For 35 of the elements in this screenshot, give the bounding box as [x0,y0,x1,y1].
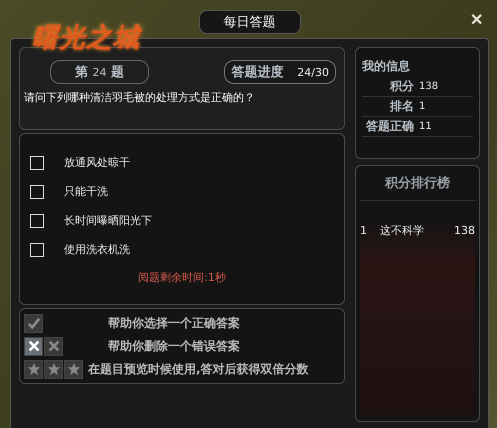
answer-option[interactable]: 只能干洗 [64,184,108,199]
stat-label: 答题正确 [365,118,414,135]
stat-label: 排名 [388,98,414,115]
helper-description: 在题目预览时候使用,答对后获得双倍分数 [88,360,309,378]
close-button[interactable]: ✕ [466,10,487,30]
question-text: 请问下列哪种清洁羽毛被的处理方式是正确的？ [24,90,256,105]
check-icon[interactable] [24,314,43,332]
stat-label: 积分 [388,78,414,95]
progress-label: 答题进度 [231,64,284,81]
answer-checkbox[interactable] [30,184,44,198]
star-icon[interactable] [64,360,83,378]
progress-value: 24/30 [297,66,329,78]
answer-checkbox[interactable] [30,156,44,170]
answer-option[interactable]: 长时间曝晒阳光下 [64,213,152,228]
answer-option[interactable]: 使用洗衣机洗 [64,242,130,257]
stat-value: 138 [419,81,438,92]
star-icon[interactable] [24,360,43,378]
info-title: 我的信息 [362,58,411,75]
question-number: 第 24 题 [50,60,150,84]
star-icon[interactable] [44,360,63,378]
window-title: 每日答题 [198,10,300,34]
rank-number: 1 [360,224,368,237]
stat-value: 1 [419,101,426,112]
ranking-title: 积分排行榜 [360,172,475,201]
helper-description: 帮助你选择一个正确答案 [108,314,240,332]
stat-value: 11 [419,121,432,132]
answer-checkbox[interactable] [30,214,44,228]
timer-text: 阅题剩余时间:1秒 [137,270,227,285]
answer-checkbox[interactable] [30,242,44,256]
player-name: 这不科学 [380,223,425,238]
game-logo: 曙光之城 [32,20,140,55]
cross-icon[interactable] [24,336,43,356]
answer-option[interactable]: 放通风处晾干 [64,155,130,170]
player-score: 138 [454,224,475,237]
helper-description: 帮助你删除一个错误答案 [108,338,240,354]
